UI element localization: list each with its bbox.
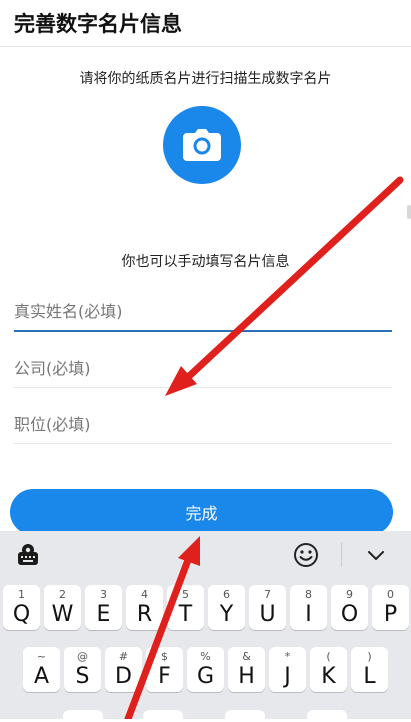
keyboard-key-partial[interactable] [63,710,103,722]
camera-icon [183,129,221,161]
key-secondary-label: 5 [182,588,189,601]
position-field[interactable] [14,405,392,444]
key-label: W [51,602,74,627]
key-secondary-label: ( [326,650,331,663]
key-label: R [136,602,153,627]
key-j[interactable]: * J [269,647,306,692]
manual-hint: 你也可以手动填写名片信息 [121,254,290,270]
key-secondary-label: 4 [141,588,148,601]
company-field[interactable] [14,349,392,388]
key-a[interactable]: ~ A [23,647,60,692]
key-label: J [284,664,291,689]
key-label: Q [12,602,31,627]
key-secondary-label: 8 [305,588,312,601]
key-label: P [383,602,398,627]
key-q[interactable]: 1Q [3,585,40,630]
key-secondary-label: 7 [264,588,271,601]
key-label: A [33,664,50,689]
key-label: H [238,664,255,689]
key-t[interactable]: 5T [167,585,204,630]
key-secondary-label: ~ [36,650,47,663]
toolbar-divider [341,543,342,567]
position-input[interactable] [14,405,392,443]
key-secondary-label: @ [77,650,88,663]
key-h[interactable]: & H [228,647,265,692]
company-input[interactable] [14,349,392,387]
key-label: O [340,602,359,627]
key-label: E [96,602,111,627]
page-title: 完善数字名片信息 [14,12,182,36]
name-field[interactable] [14,292,392,332]
scan-hint: 请将你的纸质名片进行扫描生成数字名片 [79,71,332,87]
key-k[interactable]: (K [310,647,347,692]
key-secondary-label: 3 [100,588,107,601]
key-secondary-label: % [200,650,211,663]
key-secondary-label: & [242,650,251,663]
key-label: Y [219,602,234,627]
scan-card-button[interactable] [163,106,241,184]
key-label: K [321,664,336,689]
key-s[interactable]: @ S [64,647,101,692]
key-secondary-label: 6 [223,588,230,601]
key-label: G [196,664,215,689]
key-g[interactable]: % G [187,647,224,692]
key-label: F [158,664,171,689]
key-secondary-label: * [284,650,291,663]
scroll-indicator [407,205,411,219]
key-o[interactable]: 9O [331,585,368,630]
name-input[interactable] [14,292,392,330]
key-e[interactable]: 3E [85,585,122,630]
emoji-icon[interactable] [292,541,320,569]
key-p[interactable]: 0P [372,585,409,630]
key-secondary-label: 2 [59,588,66,601]
key-secondary-label: $ [161,650,168,663]
keyboard-key-partial[interactable] [143,710,183,722]
key-label: D [115,664,132,689]
done-button[interactable]: 完成 [10,489,393,535]
keyboard-key-partial[interactable] [307,710,347,722]
keyboard-settings-icon[interactable] [14,541,42,569]
key-label: S [75,664,90,689]
key-label: I [305,602,312,627]
keyboard-key-partial[interactable] [225,710,265,722]
key-secondary-label: # [118,650,129,663]
key-secondary-label: 9 [346,588,353,601]
key-r[interactable]: 4R [126,585,163,630]
key-secondary-label: ) [367,650,372,663]
key-f[interactable]: $ F [146,647,183,692]
key-secondary-label: 0 [387,588,394,601]
key-label: U [259,602,276,627]
key-l[interactable]: ) L [351,647,388,692]
key-d[interactable]: # D [105,647,142,692]
keyboard-toolbar [0,531,411,579]
collapse-keyboard-icon[interactable] [362,541,390,569]
key-i[interactable]: 8I [290,585,327,630]
key-y[interactable]: 6Y [208,585,245,630]
key-label: L [363,664,376,689]
title-bar: 完善数字名片信息 [0,0,411,47]
key-u[interactable]: 7U [249,585,286,630]
key-label: T [178,602,193,627]
key-secondary-label: 1 [18,588,25,601]
key-w[interactable]: 2W [44,585,81,630]
